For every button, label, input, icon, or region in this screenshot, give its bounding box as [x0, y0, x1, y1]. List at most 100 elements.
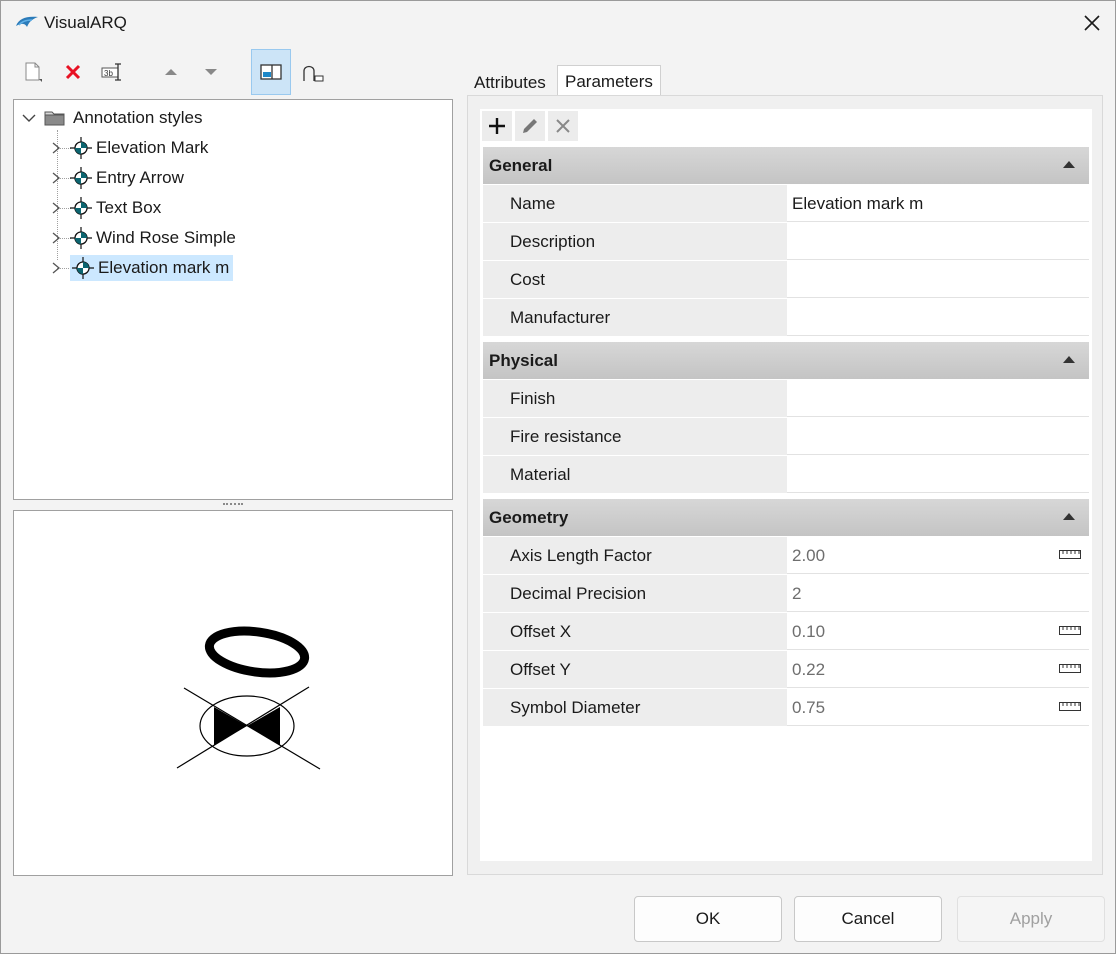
- annotation-style-icon: [70, 137, 92, 159]
- tree-item-selected[interactable]: Elevation mark m: [48, 255, 234, 281]
- dialog-window: VisualARQ 3b Annotation styles Elevation…: [0, 0, 1116, 954]
- param-row: Offset Y 0.22: [483, 651, 1089, 689]
- collapse-caret-icon[interactable]: [1063, 356, 1075, 363]
- chevron-right-icon[interactable]: [48, 201, 64, 215]
- tree-item[interactable]: Entry Arrow: [48, 165, 188, 191]
- close-icon: [556, 119, 570, 133]
- param-name: Finish: [483, 380, 787, 417]
- collapse-caret-icon[interactable]: [1063, 161, 1075, 168]
- tab-attributes[interactable]: Attributes: [467, 67, 553, 98]
- param-value-input[interactable]: [787, 380, 1089, 417]
- chevron-right-icon[interactable]: [48, 231, 64, 245]
- param-name: Cost: [483, 261, 787, 298]
- param-row: Finish: [483, 380, 1089, 418]
- param-value-input[interactable]: [787, 261, 1089, 298]
- toolbar: 3b: [1, 49, 461, 97]
- ruler-icon[interactable]: [1059, 664, 1081, 673]
- plus-icon: [489, 118, 505, 134]
- param-name: Material: [483, 456, 787, 493]
- delete-button[interactable]: [53, 49, 93, 95]
- pencil-icon: [523, 119, 537, 133]
- splitter-grip[interactable]: [223, 503, 243, 507]
- elevation-mark-preview-graphic: [176, 626, 321, 770]
- param-row: Cost: [483, 261, 1089, 299]
- param-row: Axis Length Factor 2.00: [483, 537, 1089, 575]
- param-name: Symbol Diameter: [483, 689, 787, 726]
- folder-icon: [44, 111, 65, 126]
- param-name: Axis Length Factor: [483, 537, 787, 574]
- svg-text:3b: 3b: [104, 69, 113, 78]
- edit-parameter-button[interactable]: [515, 111, 545, 141]
- new-document-icon: [25, 62, 42, 82]
- tree-root-annotation-styles[interactable]: Annotation styles: [20, 105, 206, 131]
- param-value-input[interactable]: 2.00: [787, 537, 1089, 574]
- param-value-input[interactable]: 2: [787, 575, 1089, 612]
- title-bar: VisualARQ: [1, 1, 1115, 47]
- param-value-input[interactable]: [787, 456, 1089, 493]
- delete-parameter-button[interactable]: [548, 111, 578, 141]
- param-row: Name Elevation mark m: [483, 185, 1089, 223]
- chevron-right-icon[interactable]: [48, 171, 64, 185]
- styles-tree: Annotation styles Elevation Mark Entry A…: [13, 99, 453, 500]
- insert-curve-icon: [303, 65, 324, 82]
- annotation-style-icon: [70, 197, 92, 219]
- rename-icon: 3b: [101, 63, 121, 81]
- param-name: Fire resistance: [483, 418, 787, 455]
- param-value-input[interactable]: Elevation mark m: [787, 185, 1089, 222]
- section-header-general[interactable]: General: [483, 147, 1089, 184]
- tab-parameters[interactable]: Parameters: [557, 65, 661, 96]
- param-value-input[interactable]: 0.10: [787, 613, 1089, 650]
- selection-highlight: Elevation mark m: [70, 255, 234, 281]
- param-name: Offset X: [483, 613, 787, 650]
- rename-button[interactable]: 3b: [93, 49, 133, 95]
- param-value-text: 2.00: [792, 546, 826, 565]
- param-value-input[interactable]: [787, 418, 1089, 455]
- move-up-button[interactable]: [151, 49, 191, 95]
- section-title: Geometry: [489, 508, 569, 527]
- tree-item[interactable]: Elevation Mark: [48, 135, 212, 161]
- tree-item-label: Elevation mark m: [94, 258, 234, 278]
- param-value-input[interactable]: [787, 299, 1089, 336]
- chevron-down-icon[interactable]: [20, 111, 38, 125]
- param-name: Offset Y: [483, 651, 787, 688]
- param-row: Symbol Diameter 0.75: [483, 689, 1089, 727]
- param-name: Name: [483, 185, 787, 222]
- tree-item-label: Elevation Mark: [96, 138, 209, 157]
- tree-item[interactable]: Wind Rose Simple: [48, 225, 240, 251]
- param-row: Description: [483, 223, 1089, 261]
- preview-toggle-button[interactable]: [251, 49, 291, 95]
- tree-root-label: Annotation styles: [73, 108, 203, 127]
- preview-panel-icon: [260, 64, 282, 80]
- chevron-right-icon[interactable]: [48, 261, 64, 275]
- chevron-right-icon[interactable]: [48, 141, 64, 155]
- param-value-input[interactable]: 0.22: [787, 651, 1089, 688]
- delete-x-icon: [65, 64, 81, 80]
- visualarq-logo-icon: [16, 16, 38, 27]
- annotation-style-icon: [72, 257, 94, 279]
- ruler-icon[interactable]: [1059, 626, 1081, 635]
- param-value-text: 0.10: [792, 622, 826, 641]
- tree-item-label: Entry Arrow: [96, 168, 184, 187]
- param-value-input[interactable]: 0.75: [787, 689, 1089, 726]
- triangle-up-icon: [165, 69, 177, 75]
- ruler-icon[interactable]: [1059, 702, 1081, 711]
- move-down-button[interactable]: [191, 49, 231, 95]
- insert-button[interactable]: [293, 49, 333, 95]
- window-title: VisualARQ: [44, 13, 127, 32]
- ok-button[interactable]: OK: [634, 896, 782, 942]
- apply-button[interactable]: Apply: [957, 896, 1105, 942]
- collapse-caret-icon[interactable]: [1063, 513, 1075, 520]
- close-icon[interactable]: [1077, 8, 1107, 38]
- param-value-input[interactable]: [787, 223, 1089, 260]
- tree-item[interactable]: Text Box: [48, 195, 165, 221]
- param-row: Offset X 0.10: [483, 613, 1089, 651]
- cancel-button[interactable]: Cancel: [794, 896, 942, 942]
- param-name: Description: [483, 223, 787, 260]
- new-button[interactable]: [13, 49, 53, 95]
- section-header-geometry[interactable]: Geometry: [483, 499, 1089, 536]
- param-name: Manufacturer: [483, 299, 787, 336]
- tree-item-label: Wind Rose Simple: [96, 228, 236, 247]
- add-parameter-button[interactable]: [482, 111, 512, 141]
- ruler-icon[interactable]: [1059, 550, 1081, 559]
- section-header-physical[interactable]: Physical: [483, 342, 1089, 379]
